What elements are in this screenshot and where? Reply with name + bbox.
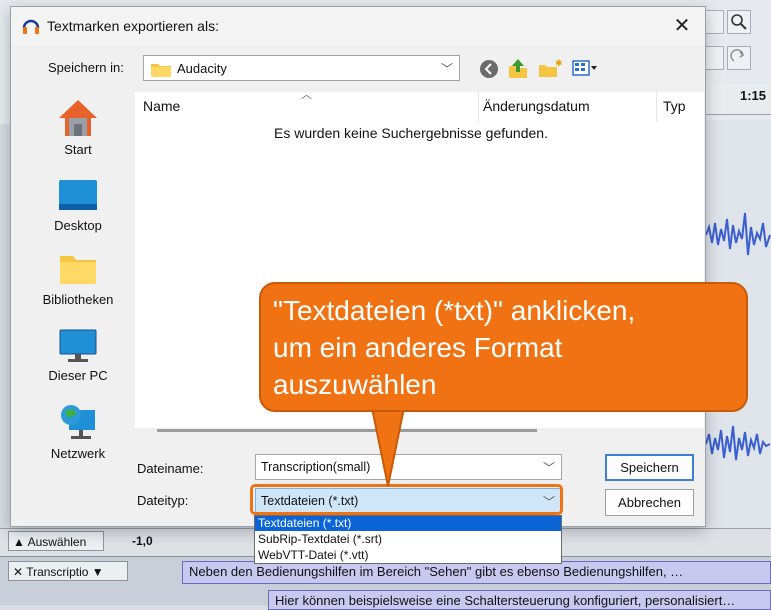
audacity-logo-icon	[21, 16, 41, 39]
dialog-title: Textmarken exportieren als:	[47, 18, 219, 34]
waveform-upper	[705, 212, 771, 256]
folder-nav-toolbar: ✱	[477, 57, 607, 84]
filetype-option-vtt[interactable]: WebVTT-Datei (*.vtt)	[255, 548, 561, 563]
filetype-option-srt[interactable]: SubRip-Textdatei (*.srt)	[255, 532, 561, 547]
callout-line-2: um ein anderes Format	[273, 332, 563, 363]
redo-button[interactable]	[727, 46, 751, 70]
place-libraries-label: Bibliotheken	[42, 292, 114, 307]
place-desktop-label: Desktop	[54, 218, 102, 233]
filetype-label: Dateityp:	[137, 493, 189, 508]
dialog-titlebar[interactable]: Textmarken exportieren als: ✕	[11, 7, 705, 45]
save-in-label: Speichern in:	[48, 60, 124, 75]
export-labels-dialog: Textmarken exportieren als: ✕ Speichern …	[10, 6, 706, 527]
label-text-2[interactable]: Hier können beispielsweise eine Schalter…	[268, 590, 771, 610]
back-icon[interactable]	[480, 60, 498, 78]
zoom-in-button[interactable]	[727, 10, 751, 34]
network-globe-icon	[61, 405, 95, 439]
libraries-folder-icon	[60, 256, 96, 284]
filetype-highlight	[250, 484, 563, 515]
new-folder-icon[interactable]: ✱	[539, 58, 563, 77]
chevron-down-icon[interactable]: ﹀	[543, 459, 555, 476]
select-track-label: Auswählen	[27, 535, 87, 549]
place-this-pc[interactable]: Dieser PC	[23, 328, 133, 383]
computer-icon	[59, 329, 97, 362]
place-start-label: Start	[64, 142, 92, 157]
up-folder-icon[interactable]	[509, 59, 527, 78]
column-header-type[interactable]: Typ	[663, 98, 686, 114]
tutorial-callout: "Textdateien (*txt)" anklicken, um ein a…	[259, 282, 748, 412]
place-start[interactable]: Start	[23, 98, 133, 157]
save-button[interactable]: Speichern	[605, 454, 694, 481]
select-track-button[interactable]: ▲ Auswählen	[8, 531, 104, 551]
zoom-icon	[731, 14, 747, 30]
place-network[interactable]: Netzwerk	[23, 402, 133, 461]
collapse-triangle-icon: ▲	[13, 535, 25, 549]
column-divider[interactable]	[478, 92, 479, 122]
place-libraries[interactable]: Bibliotheken	[23, 252, 133, 307]
column-header-modified[interactable]: Änderungsdatum	[483, 98, 590, 114]
places-bar: Start Desktop Bibliotheken Dieser PC Net…	[23, 92, 133, 512]
column-header-name[interactable]: Name	[143, 98, 180, 114]
redo-icon	[730, 49, 745, 62]
save-in-combo[interactable]: Audacity ﹀	[143, 55, 460, 81]
waveform-lower	[705, 425, 771, 461]
horizontal-scrollbar[interactable]	[157, 429, 537, 432]
label-track-menu-button[interactable]: ✕ Transcriptio ▼	[8, 561, 128, 581]
filename-value: Transcription(small)	[261, 460, 371, 474]
empty-results-message: Es wurden keine Suchergebnisse gefunden.	[274, 125, 548, 141]
column-divider[interactable]	[656, 92, 657, 122]
folder-icon	[151, 62, 171, 80]
track-name-label: Transcriptio	[26, 565, 89, 579]
close-icon[interactable]: ✕	[669, 13, 695, 39]
callout-line-3: auszuwählen	[273, 369, 437, 400]
save-in-value: Audacity	[177, 61, 227, 76]
filename-input[interactable]: Transcription(small) ﹀	[255, 454, 562, 480]
filetype-option-txt[interactable]: Textdateien (*.txt)	[255, 516, 561, 531]
callout-text: "Textdateien (*txt)" anklicken, um ein a…	[273, 292, 743, 403]
place-this-pc-label: Dieser PC	[48, 368, 108, 383]
chevron-down-icon: ﹀	[440, 62, 453, 76]
place-network-label: Netzwerk	[50, 446, 106, 461]
filename-label: Dateiname:	[137, 461, 204, 476]
ruler-time-label: 1:15	[740, 88, 767, 103]
cancel-button[interactable]: Abbrechen	[605, 489, 694, 516]
sort-ascending-icon: ︿	[301, 89, 312, 101]
label-text-1[interactable]: Neben den Bedienungshilfen im Bereich "S…	[182, 561, 771, 584]
svg-text:✱: ✱	[555, 58, 563, 68]
home-icon	[59, 100, 97, 136]
gain-readout: -1,0	[132, 534, 153, 548]
close-track-icon[interactable]: ✕	[13, 565, 23, 579]
callout-line-1: "Textdateien (*txt)" anklicken,	[273, 295, 636, 326]
place-desktop[interactable]: Desktop	[23, 178, 133, 233]
dropdown-arrow-icon: ▼	[91, 565, 104, 579]
desktop-icon	[59, 180, 97, 210]
filetype-dropdown-list[interactable]: Textdateien (*.txt) SubRip-Textdatei (*.…	[254, 515, 562, 564]
view-menu-icon[interactable]	[572, 60, 597, 76]
